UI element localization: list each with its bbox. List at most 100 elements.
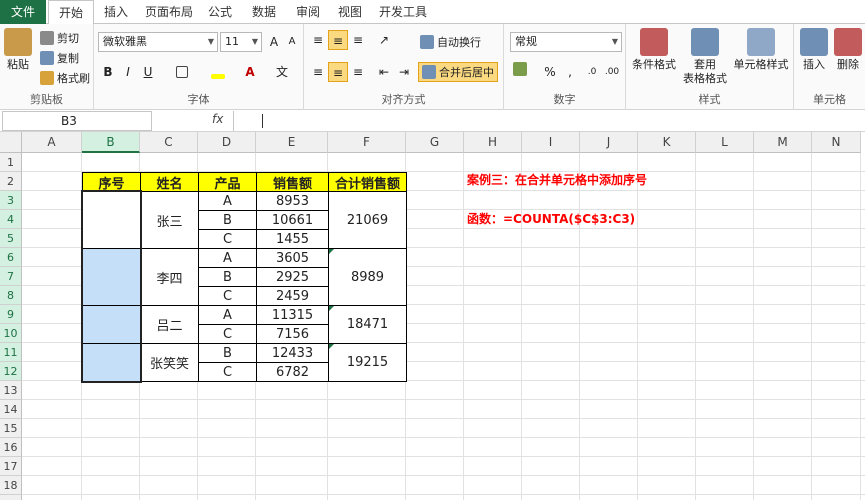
sales-cell[interactable]: 10661	[256, 210, 329, 230]
sequence-merged-cell[interactable]	[82, 305, 141, 344]
tab-file[interactable]: 文件	[0, 0, 46, 24]
name-merged-cell[interactable]: 吕二	[140, 305, 199, 344]
percent-button[interactable]: %	[540, 62, 560, 82]
sequence-merged-cell[interactable]	[82, 343, 141, 382]
increase-indent-button[interactable]: ⇥	[394, 62, 414, 82]
orientation-button[interactable]: ↗	[374, 30, 394, 50]
align-left-button[interactable]: ≡	[308, 62, 328, 82]
align-bottom-button[interactable]: ≡	[348, 30, 368, 50]
row-header-1[interactable]: 1	[0, 153, 22, 172]
tab-data[interactable]: 数据	[244, 0, 284, 24]
sales-cell[interactable]: 11315	[256, 305, 329, 325]
insert-cells-button[interactable]: 插入	[798, 28, 830, 72]
column-header-b[interactable]: B	[82, 132, 140, 153]
row-header-18[interactable]: 18	[0, 476, 22, 495]
font-size-select[interactable]: 11 ▼	[220, 32, 262, 52]
align-middle-button[interactable]: ≡	[328, 30, 348, 50]
row-header-14[interactable]: 14	[0, 400, 22, 419]
product-cell[interactable]: B	[198, 343, 257, 363]
name-merged-cell[interactable]: 张三	[140, 191, 199, 249]
product-cell[interactable]: C	[198, 229, 257, 249]
row-header-2[interactable]: 2	[0, 172, 22, 191]
column-header-h[interactable]: H	[464, 132, 522, 153]
decrease-decimal-button[interactable]: .00	[602, 62, 622, 82]
table-header-cell[interactable]: 姓名	[140, 172, 199, 192]
column-header-a[interactable]: A	[22, 132, 82, 153]
fill-color-button[interactable]	[208, 62, 228, 82]
copy-button[interactable]: 复制	[40, 50, 79, 66]
row-header-4[interactable]: 4	[0, 210, 22, 229]
row-header-5[interactable]: 5	[0, 229, 22, 248]
row-header-3[interactable]: 3	[0, 191, 22, 210]
tab-insert[interactable]: 插入	[96, 0, 136, 24]
sequence-merged-cell[interactable]	[82, 191, 141, 249]
row-header-11[interactable]: 11	[0, 343, 22, 362]
insert-function-icon[interactable]: fx	[212, 112, 223, 126]
currency-button[interactable]	[510, 62, 530, 82]
product-cell[interactable]: A	[198, 248, 257, 268]
tab-review[interactable]: 审阅	[288, 0, 328, 24]
row-header-19[interactable]: 19	[0, 495, 22, 500]
sales-cell[interactable]: 2925	[256, 267, 329, 287]
product-cell[interactable]: C	[198, 324, 257, 344]
align-right-button[interactable]: ≡	[348, 62, 368, 82]
total-sales-merged-cell[interactable]: 21069	[328, 191, 407, 249]
format-as-table-button[interactable]: 套用 表格格式	[680, 28, 730, 86]
table-header-cell[interactable]: 产品	[198, 172, 257, 192]
row-header-12[interactable]: 12	[0, 362, 22, 381]
delete-cells-button[interactable]: 删除	[832, 28, 864, 72]
italic-button[interactable]: I	[118, 62, 138, 82]
decrease-indent-button[interactable]: ⇤	[374, 62, 394, 82]
shrink-font-button[interactable]: A	[282, 32, 302, 52]
row-header-7[interactable]: 7	[0, 267, 22, 286]
row-header-6[interactable]: 6	[0, 248, 22, 267]
underline-button[interactable]: U	[138, 62, 158, 82]
column-header-j[interactable]: J	[580, 132, 638, 153]
merge-center-button[interactable]: 合并后居中	[418, 62, 498, 82]
select-all-corner[interactable]	[0, 132, 22, 153]
column-header-f[interactable]: F	[328, 132, 406, 153]
grow-font-button[interactable]: A	[264, 32, 284, 52]
border-button[interactable]	[172, 62, 192, 82]
column-header-k[interactable]: K	[638, 132, 696, 153]
worksheet-grid[interactable]: A B C D E F G H I J K L M N 1 2 3 4 5 6 7 8 9 10 11 12 13 14 15 16 17 1…	[0, 132, 865, 500]
align-top-button[interactable]: ≡	[308, 30, 328, 50]
cut-button[interactable]: 剪切	[40, 30, 79, 46]
tab-page-layout[interactable]: 页面布局	[140, 0, 198, 24]
sales-cell[interactable]: 6782	[256, 362, 329, 382]
product-cell[interactable]: B	[198, 210, 257, 230]
product-cell[interactable]: A	[198, 305, 257, 325]
row-header-10[interactable]: 10	[0, 324, 22, 343]
conditional-format-button[interactable]: 条件格式	[628, 28, 680, 72]
bold-button[interactable]: B	[98, 62, 118, 82]
total-sales-merged-cell[interactable]: 8989	[328, 248, 407, 306]
column-header-e[interactable]: E	[256, 132, 328, 153]
total-sales-merged-cell[interactable]: 19215	[328, 343, 407, 382]
total-sales-merged-cell[interactable]: 18471	[328, 305, 407, 344]
phonetic-button[interactable]: 文	[272, 62, 292, 82]
align-center-button[interactable]: ≡	[328, 62, 348, 82]
column-header-d[interactable]: D	[198, 132, 256, 153]
table-header-cell[interactable]: 序号	[82, 172, 141, 192]
paste-button[interactable]: 粘贴	[3, 28, 33, 72]
format-painter-button[interactable]: 格式刷	[40, 70, 90, 86]
product-cell[interactable]: C	[198, 362, 257, 382]
name-merged-cell[interactable]: 张笑笑	[140, 343, 199, 382]
product-cell[interactable]: B	[198, 267, 257, 287]
row-header-15[interactable]: 15	[0, 419, 22, 438]
table-header-cell[interactable]: 销售额	[256, 172, 329, 192]
font-color-button[interactable]: A	[240, 62, 260, 82]
row-header-9[interactable]: 9	[0, 305, 22, 324]
sales-cell[interactable]: 7156	[256, 324, 329, 344]
number-format-select[interactable]: 常规 ▼	[510, 32, 622, 52]
sales-cell[interactable]: 2459	[256, 286, 329, 306]
sales-cell[interactable]: 1455	[256, 229, 329, 249]
column-header-l[interactable]: L	[696, 132, 754, 153]
row-header-8[interactable]: 8	[0, 286, 22, 305]
row-header-17[interactable]: 17	[0, 457, 22, 476]
sequence-merged-cell[interactable]	[82, 248, 141, 306]
row-header-16[interactable]: 16	[0, 438, 22, 457]
sales-cell[interactable]: 3605	[256, 248, 329, 268]
sales-cell[interactable]: 8953	[256, 191, 329, 211]
sales-cell[interactable]: 12433	[256, 343, 329, 363]
